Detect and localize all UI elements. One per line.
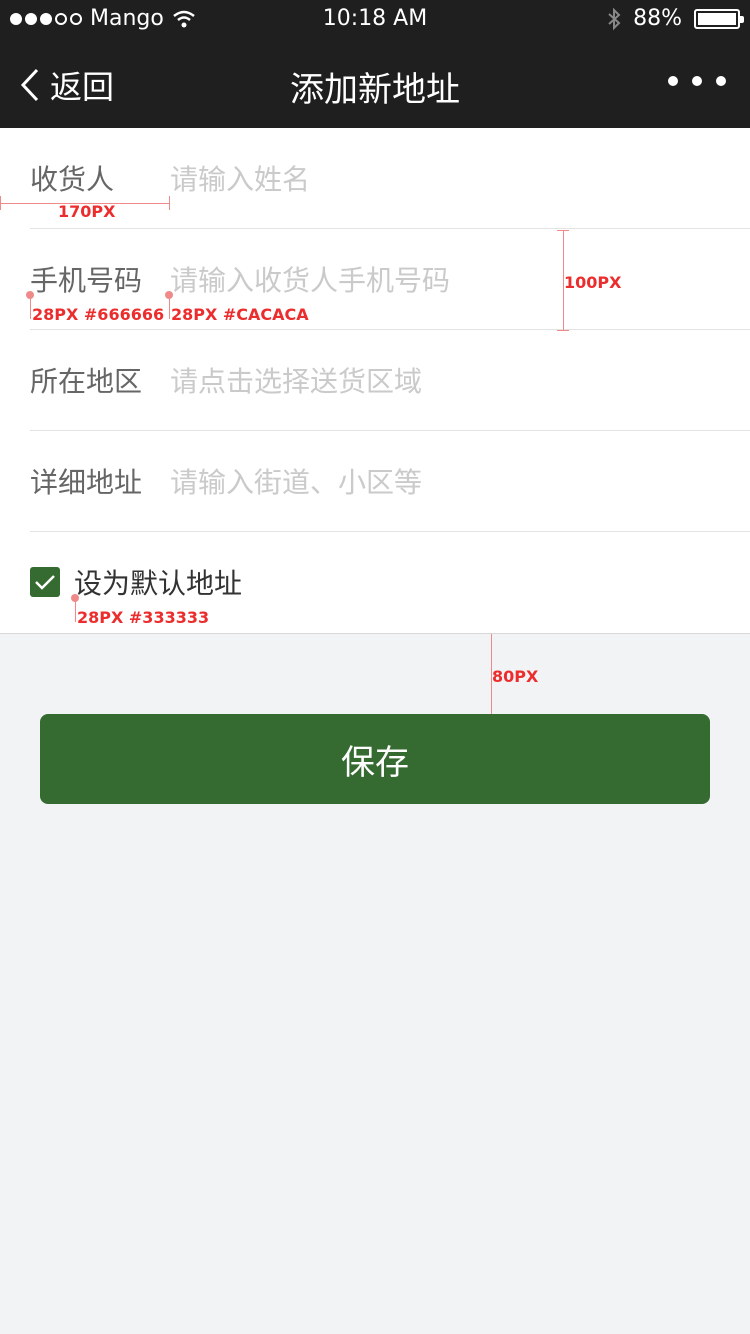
- annotation-line: [169, 295, 170, 319]
- check-icon: [35, 575, 55, 590]
- default-label: 设为默认地址: [74, 567, 243, 600]
- annotation-line: [557, 230, 569, 231]
- status-bar: Mango 10:18 AM 88%: [0, 0, 750, 40]
- name-input[interactable]: 请输入姓名: [170, 158, 310, 198]
- bluetooth-icon: [608, 7, 621, 30]
- address-label: 详细地址: [30, 466, 143, 499]
- form-row-name: 收货人 请输入姓名: [30, 128, 750, 229]
- battery-fill: [698, 12, 736, 25]
- default-checkbox[interactable]: [30, 567, 60, 597]
- annotation-label-style: 28PX #666666: [32, 305, 165, 324]
- address-input[interactable]: 请输入街道、小区等: [170, 461, 422, 501]
- region-select[interactable]: 请点击选择送货区域: [170, 360, 422, 400]
- save-button[interactable]: 保存: [40, 714, 710, 804]
- nav-bar: 返回 添加新地址: [0, 40, 750, 128]
- annotation-line: [0, 196, 1, 210]
- page-title: 添加新地址: [290, 70, 460, 110]
- form-row-region: 所在地区 请点击选择送货区域: [30, 330, 750, 431]
- annotation-checkbox-style: 28PX #333333: [77, 608, 210, 627]
- form-row-address: 详细地址 请输入街道、小区等: [30, 431, 750, 532]
- annotation-line: [557, 330, 569, 331]
- name-label: 收货人: [30, 163, 115, 196]
- annotation-line: [169, 196, 170, 210]
- phone-input[interactable]: 请输入收货人手机号码: [170, 259, 450, 299]
- battery-icon: [694, 8, 744, 29]
- annotation-line: [30, 295, 31, 319]
- region-label: 所在地区: [30, 365, 143, 398]
- status-right: 88%: [607, 6, 744, 31]
- annotation-placeholder-style: 28PX #CACACA: [171, 305, 309, 324]
- phone-label: 手机号码: [30, 264, 143, 297]
- annotation-label-width: 170PX: [58, 202, 116, 221]
- annotation-button-gap: 80PX: [492, 667, 539, 686]
- annotation-line: [75, 598, 76, 622]
- battery-percent: 88%: [633, 6, 682, 31]
- annotation-row-height: 100PX: [564, 273, 622, 292]
- more-icon[interactable]: [668, 76, 726, 86]
